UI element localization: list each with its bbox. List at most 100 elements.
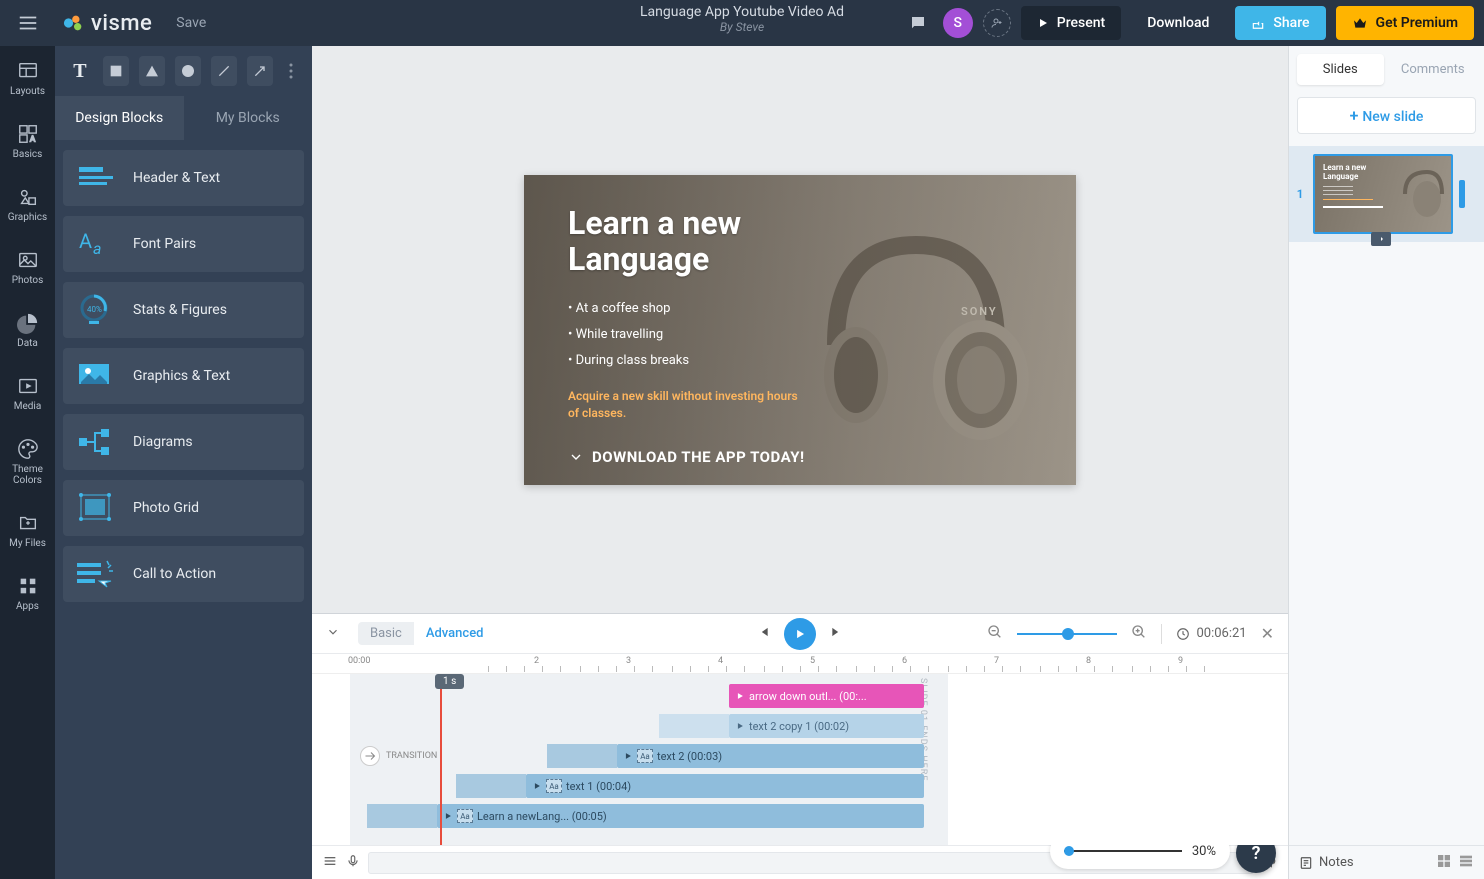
rail-layouts[interactable]: Layouts: [0, 56, 55, 101]
playhead[interactable]: [440, 674, 442, 845]
photos-icon: [17, 249, 39, 271]
block-diagrams[interactable]: Diagrams: [63, 414, 304, 470]
hamburger-menu-button[interactable]: [0, 0, 55, 46]
add-collaborator-button[interactable]: [983, 9, 1011, 37]
skip-forward-button[interactable]: [830, 624, 844, 643]
zoom-slider[interactable]: [1064, 850, 1182, 852]
canvas-stage[interactable]: SONY Learn a newLanguage • At a coffee s…: [312, 46, 1288, 613]
timeline-track[interactable]: Aatext 2 (00:03): [617, 744, 924, 768]
logo[interactable]: visme: [63, 11, 152, 36]
media-icon: [17, 375, 39, 397]
transition-marker[interactable]: TRANSITION: [360, 746, 437, 766]
timeline-collapse-button[interactable]: [326, 624, 340, 643]
header-text-icon: [77, 159, 115, 197]
tab-my-blocks[interactable]: My Blocks: [184, 96, 313, 140]
block-call-to-action[interactable]: Call to Action: [63, 546, 304, 602]
slide-subtext[interactable]: Acquire a new skill without investing ho…: [568, 388, 808, 422]
slide-transition-badge[interactable]: [1371, 232, 1391, 246]
slide-thumbnail-row[interactable]: 1 Learn a new Language: [1289, 146, 1484, 242]
circle-tool[interactable]: [175, 56, 201, 86]
block-graphics-text[interactable]: Graphics & Text: [63, 348, 304, 404]
slide-canvas[interactable]: SONY Learn a newLanguage • At a coffee s…: [524, 175, 1076, 485]
new-slide-button[interactable]: + New slide: [1297, 97, 1476, 134]
cta-icon: [77, 555, 115, 593]
rail-my-files[interactable]: My Files: [0, 508, 55, 553]
block-header-text[interactable]: Header & Text: [63, 150, 304, 206]
svg-text:A: A: [29, 134, 35, 144]
left-rail: Layouts ABasics Graphics Photos Data Med…: [0, 46, 55, 879]
get-premium-button[interactable]: Get Premium: [1336, 6, 1474, 40]
apps-icon: [17, 575, 39, 597]
present-button[interactable]: Present: [1021, 6, 1121, 40]
more-tools-button[interactable]: [283, 63, 300, 79]
text-tool[interactable]: T: [67, 56, 93, 86]
timeline-close-button[interactable]: ✕: [1261, 624, 1274, 643]
block-font-pairs[interactable]: AaFont Pairs: [63, 216, 304, 272]
rail-photos[interactable]: Photos: [0, 245, 55, 290]
skip-back-button[interactable]: [756, 624, 770, 643]
sidebar: T Design Blocks My Blocks Header & Text …: [55, 46, 312, 879]
graphics-text-icon: [77, 357, 115, 395]
timeline-zoom-in[interactable]: [1131, 624, 1147, 644]
play-button[interactable]: [784, 618, 816, 650]
rectangle-tool[interactable]: [103, 56, 129, 86]
slide-headline[interactable]: Learn a newLanguage: [568, 205, 808, 279]
timeline-track[interactable]: arrow down outl... (00:...: [729, 684, 924, 708]
mode-advanced[interactable]: Advanced: [414, 622, 496, 645]
share-button[interactable]: Share: [1235, 6, 1325, 40]
rail-data[interactable]: Data: [0, 308, 55, 353]
arrow-tool[interactable]: [247, 56, 273, 86]
rail-basics[interactable]: ABasics: [0, 119, 55, 164]
playhead-label[interactable]: 1 s: [435, 674, 464, 689]
document-title[interactable]: Language App Youtube Video Ad: [640, 4, 844, 20]
timeline-duration: 00:06:21: [1176, 626, 1246, 641]
tab-comments[interactable]: Comments: [1390, 54, 1477, 85]
block-stats-figures[interactable]: 40%Stats & Figures: [63, 282, 304, 338]
slide-number: 1: [1293, 187, 1307, 201]
line-tool[interactable]: [211, 56, 237, 86]
crown-icon: [1352, 15, 1368, 31]
list-view-button[interactable]: [1458, 853, 1474, 873]
block-photo-grid[interactable]: Photo Grid: [63, 480, 304, 536]
timeline-zoom-out[interactable]: [987, 624, 1003, 644]
basics-icon: A: [17, 123, 39, 145]
grid-view-button[interactable]: [1436, 853, 1452, 873]
zoom-value: 30%: [1192, 844, 1216, 859]
rail-media[interactable]: Media: [0, 371, 55, 416]
playback-controls: [756, 618, 844, 650]
notes-button[interactable]: Notes: [1299, 855, 1354, 870]
font-pairs-icon: Aa: [77, 225, 115, 263]
user-avatar[interactable]: S: [943, 8, 973, 38]
notes-icon: [1299, 856, 1313, 870]
slide-cta[interactable]: DOWNLOAD THE APP TODAY!: [568, 448, 808, 466]
timeline-ruler[interactable]: 00:00 23456789: [312, 654, 1288, 674]
data-icon: [17, 312, 39, 334]
layouts-icon: [17, 60, 39, 82]
right-panel-tabs: Slides Comments: [1289, 46, 1484, 93]
rail-graphics[interactable]: Graphics: [0, 182, 55, 227]
rail-apps[interactable]: Apps: [0, 571, 55, 616]
timeline-menu-button[interactable]: [322, 853, 338, 873]
rail-theme-colors[interactable]: Theme Colors: [0, 434, 55, 490]
blocks-list: Header & Text AaFont Pairs 40%Stats & Fi…: [55, 140, 312, 612]
logo-text: visme: [91, 11, 152, 36]
save-button[interactable]: Save: [176, 15, 206, 31]
clock-icon: [1176, 627, 1190, 641]
mode-basic[interactable]: Basic: [358, 622, 414, 645]
slide-bullets[interactable]: • At a coffee shop • While travelling • …: [568, 296, 808, 374]
chevron-down-icon: [568, 449, 584, 465]
logo-icon: [63, 12, 85, 34]
triangle-tool[interactable]: [139, 56, 165, 86]
timeline-track[interactable]: text 2 copy 1 (00:02): [729, 714, 924, 738]
microphone-button[interactable]: [346, 853, 360, 872]
download-button[interactable]: Download: [1131, 6, 1225, 40]
timeline-tracks-area[interactable]: 1 s TRANSITION SLIDE 01 ENDS HERE arrow …: [312, 674, 1288, 845]
timeline-track[interactable]: AaLearn a newLang... (00:05): [437, 804, 924, 828]
timeline-zoom-slider[interactable]: [1017, 633, 1117, 635]
tab-design-blocks[interactable]: Design Blocks: [55, 96, 184, 140]
slide-thumbnail[interactable]: Learn a new Language: [1313, 154, 1453, 234]
chat-icon[interactable]: [903, 8, 933, 38]
tab-slides[interactable]: Slides: [1297, 54, 1384, 85]
svg-text:40%: 40%: [87, 305, 102, 314]
timeline-track[interactable]: Aatext 1 (00:04): [526, 774, 924, 798]
